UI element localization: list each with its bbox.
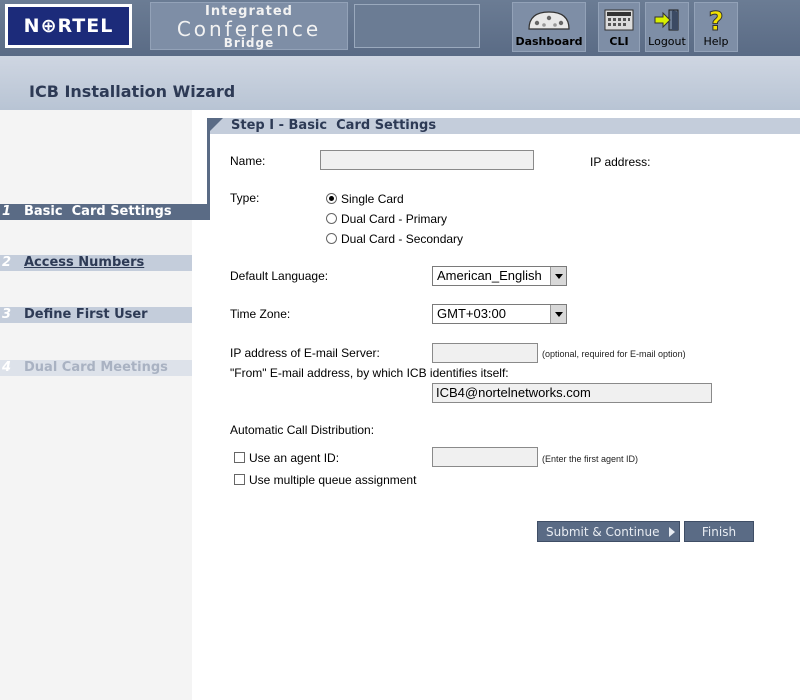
top-header: N⊕RTEL Integrated Conference Bridge Dash… <box>0 0 800 56</box>
step-number: 4 <box>2 360 12 375</box>
title-bar: ICB Installation Wizard <box>0 56 800 110</box>
nav-step-access-numbers[interactable]: 2 Access Numbers <box>0 255 192 271</box>
finish-button[interactable]: Finish <box>684 521 754 542</box>
nav-step-label: Define First User <box>24 307 148 322</box>
nav-step-define-first-user[interactable]: 3 Define First User <box>0 307 192 323</box>
page-title: ICB Installation Wizard <box>29 82 236 101</box>
logo-text: N⊕RTEL <box>8 7 129 45</box>
svg-text:?: ? <box>708 7 723 33</box>
nav-step-basic-card-settings[interactable]: 1 Basic Card Settings <box>0 204 210 220</box>
radio-button[interactable] <box>326 193 337 204</box>
dashboard-label: Dashboard <box>515 35 583 48</box>
cli-keyboard-icon <box>604 9 634 31</box>
multiple-queue-label: Use multiple queue assignment <box>249 473 417 487</box>
cli-button[interactable]: CLI <box>598 2 640 52</box>
finish-label: Finish <box>701 525 737 539</box>
radio-label: Dual Card - Secondary <box>341 232 464 246</box>
type-radio-dual-secondary[interactable]: Dual Card - Secondary <box>326 232 463 250</box>
nav-step-label: Access Numbers <box>24 255 145 270</box>
nav-step-dual-card-meetings: 4 Dual Card Meetings <box>0 360 192 376</box>
step-heading: Step I - Basic Card Settings <box>231 118 437 133</box>
logout-door-icon <box>654 9 679 31</box>
name-label: Name: <box>230 154 266 168</box>
multiple-queue-checkbox[interactable] <box>234 474 245 485</box>
name-input[interactable] <box>320 150 534 170</box>
submit-continue-button[interactable]: Submit & Continue <box>537 521 680 542</box>
nortel-logo: N⊕RTEL <box>5 4 132 48</box>
help-question-icon: ? <box>708 7 724 33</box>
radio-label: Dual Card - Primary <box>341 212 448 226</box>
dashboard-gauge-icon <box>528 11 570 30</box>
multiple-queue-option[interactable]: Use multiple queue assignment <box>234 473 416 487</box>
radio-button[interactable] <box>326 233 337 244</box>
email-server-input[interactable] <box>432 343 538 363</box>
step-connector-line <box>207 118 210 220</box>
from-email-label: "From" E-mail address, by which ICB iden… <box>230 366 509 380</box>
ip-address-label: IP address: <box>590 155 651 169</box>
type-radio-dual-primary[interactable]: Dual Card - Primary <box>326 212 447 230</box>
agent-id-input[interactable] <box>432 447 538 467</box>
type-label: Type: <box>230 191 260 205</box>
email-server-label: IP address of E-mail Server: <box>230 346 380 360</box>
agent-id-checkbox[interactable] <box>234 452 245 463</box>
dashboard-button[interactable]: Dashboard <box>512 2 586 52</box>
chevron-down-icon[interactable] <box>550 267 566 285</box>
brand-line-3: Bridge <box>223 36 275 50</box>
timezone-label: Time Zone: <box>230 307 291 321</box>
product-brand: Integrated Conference Bridge <box>150 2 348 50</box>
radio-button[interactable] <box>326 213 337 224</box>
acd-label: Automatic Call Distribution: <box>230 423 375 437</box>
from-email-input[interactable]: ICB4@nortelnetworks.com <box>432 383 712 403</box>
help-label: Help <box>703 35 729 48</box>
use-agent-id-option[interactable]: Use an agent ID: <box>234 451 339 465</box>
email-server-hint: (optional, required for E-mail option) <box>542 349 686 359</box>
step-number: 2 <box>2 255 12 270</box>
wizard-steps-nav <box>0 110 192 700</box>
step-number: 3 <box>2 307 12 322</box>
timezone-select[interactable]: GMT+03:00 <box>432 304 567 324</box>
nav-step-label: Basic Card Settings <box>24 204 172 219</box>
language-selected-value: American_English <box>437 268 542 283</box>
logout-label: Logout <box>648 35 686 48</box>
language-select[interactable]: American_English <box>432 266 567 286</box>
cli-label: CLI <box>609 35 629 48</box>
submit-continue-label: Submit & Continue <box>546 525 660 539</box>
agent-id-hint: (Enter the first agent ID) <box>542 454 639 464</box>
header-blank-panel <box>354 4 480 48</box>
chevron-down-icon[interactable] <box>550 305 566 323</box>
step-number: 1 <box>2 204 12 219</box>
step-heading-bar: Step I - Basic Card Settings <box>207 118 800 134</box>
radio-label: Single Card <box>341 192 404 206</box>
type-radio-single-card[interactable]: Single Card <box>326 192 404 210</box>
help-button[interactable]: ? Help <box>694 2 738 52</box>
timezone-selected-value: GMT+03:00 <box>437 306 507 321</box>
arrow-right-icon <box>669 527 675 537</box>
nav-step-label: Dual Card Meetings <box>24 360 168 375</box>
language-label: Default Language: <box>230 269 329 283</box>
agent-id-label: Use an agent ID: <box>249 451 340 465</box>
logout-button[interactable]: Logout <box>645 2 689 52</box>
